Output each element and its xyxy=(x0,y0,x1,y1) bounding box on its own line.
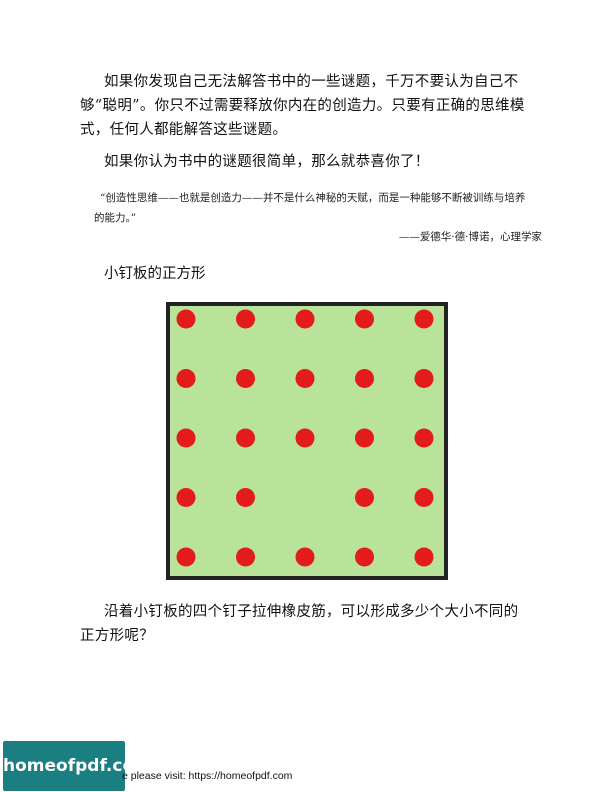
peg-r1-c4 xyxy=(414,369,434,388)
peg-r3-c1 xyxy=(236,488,255,507)
peg-r0-c2 xyxy=(295,309,315,329)
peg-r2-c3 xyxy=(355,428,374,448)
pegboard-figure xyxy=(166,302,448,580)
peg-r1-c3 xyxy=(355,369,374,388)
quote-attribution: ——爱德华·德·博诺，心理学家 xyxy=(398,231,542,243)
peg-r1-c0 xyxy=(176,369,196,388)
congrats-paragraph: 如果你认为书中的谜题很简单，那么就恭喜你了！ xyxy=(104,154,430,170)
peg-r4-c0 xyxy=(176,547,196,567)
peg-r3-c3 xyxy=(355,488,374,507)
peg-r0-c0 xyxy=(176,309,196,329)
peg-r2-c1 xyxy=(236,428,255,448)
peg-r2-c2 xyxy=(295,428,315,448)
peg-r0-c1 xyxy=(236,309,255,329)
peg-r1-c2 xyxy=(295,369,315,388)
peg-r2-c4 xyxy=(414,428,434,448)
peg-r4-c2 xyxy=(295,547,315,567)
puzzle-title: 小钉板的正方形 xyxy=(104,266,206,282)
peg-r2-c0 xyxy=(176,428,196,448)
quote-text: “创造性思维——也就是创造力——并不是什么神秘的天赋，而是一种能够不断被训练与培… xyxy=(94,192,526,224)
peg-r0-c4 xyxy=(414,309,434,329)
question-paragraph: 沿着小钉板的四个钉子拉伸橡皮筋，可以形成多少个大小不同的正方形呢？ xyxy=(80,604,519,644)
footer-link-text[interactable]: e please visit: https://homeofpdf.com xyxy=(122,770,292,782)
peg-r4-c1 xyxy=(236,547,255,567)
peg-r3-c0 xyxy=(176,488,196,507)
peg-r1-c1 xyxy=(236,369,255,388)
peg-r0-c3 xyxy=(355,309,374,329)
site-logo[interactable]: homeofpdf.com xyxy=(3,741,152,791)
intro-paragraph: 如果你发现自己无法解答书中的一些谜题，千万不要认为自己不够“聪明”。你只不过需要… xyxy=(80,74,525,138)
peg-r3-c4 xyxy=(414,488,434,507)
peg-r4-c3 xyxy=(355,547,374,567)
peg-r4-c4 xyxy=(414,547,434,567)
